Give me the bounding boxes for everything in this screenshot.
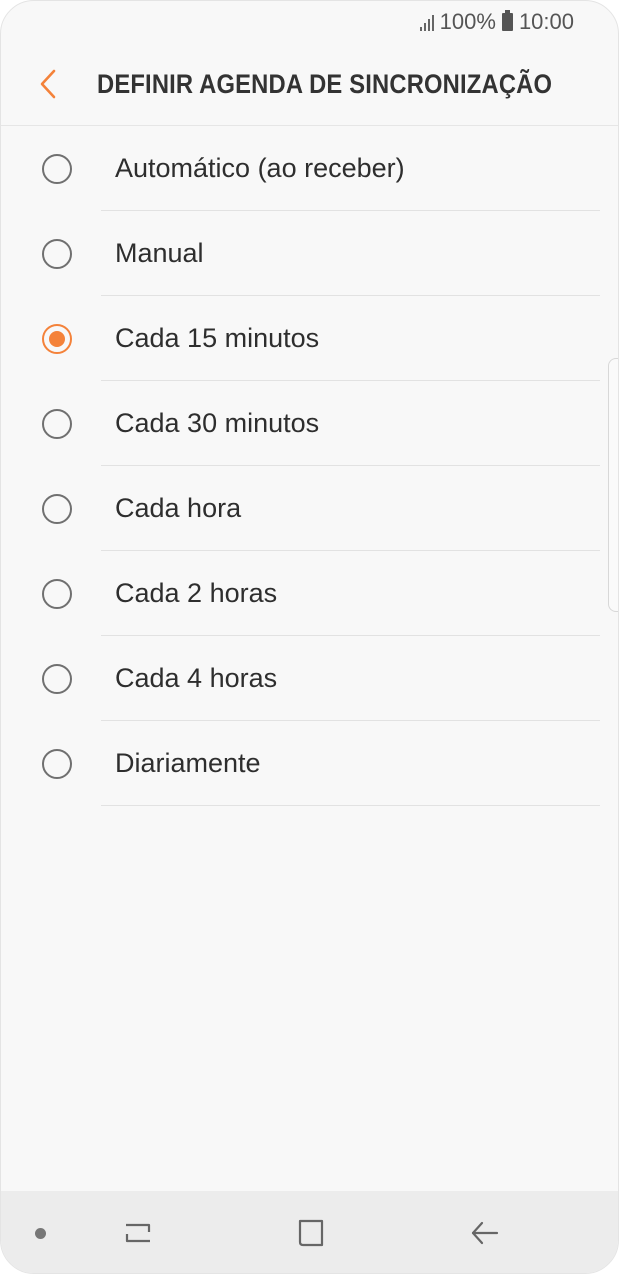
app-header: DEFINIR AGENDA DE SINCRONIZAÇÃO — [1, 43, 618, 126]
back-button[interactable] — [13, 49, 83, 119]
option-label: Cada hora — [115, 493, 242, 523]
nav-bar-pin-dot[interactable] — [35, 1228, 46, 1239]
chevron-left-icon — [40, 69, 56, 99]
radio-button[interactable] — [42, 238, 72, 269]
recents-button[interactable] — [116, 1211, 160, 1255]
option-daily[interactable]: Diariamente — [1, 721, 618, 806]
status-time: 10:00 — [518, 9, 574, 34]
radio-button[interactable] — [42, 493, 72, 524]
radio-button[interactable] — [42, 153, 72, 184]
radio-button[interactable] — [42, 578, 72, 609]
radio-button-selected[interactable] — [42, 323, 72, 354]
radio-button[interactable] — [42, 408, 72, 439]
option-every-2-hours[interactable]: Cada 2 horas — [1, 551, 618, 636]
radio-button[interactable] — [42, 663, 72, 694]
option-automatic[interactable]: Automático (ao receber) — [1, 126, 618, 211]
back-arrow-icon — [471, 1221, 499, 1245]
page-title: DEFINIR AGENDA DE SINCRONIZAÇÃO — [97, 68, 553, 99]
option-label: Cada 4 horas — [115, 663, 278, 693]
status-bar: 100% 10:00 — [1, 1, 618, 43]
signal-icon — [418, 13, 434, 31]
option-every-30-minutes[interactable]: Cada 30 minutos — [1, 381, 618, 466]
edge-panel-handle[interactable] — [608, 358, 618, 612]
option-label: Cada 15 minutos — [115, 323, 320, 353]
battery-icon — [501, 10, 513, 31]
navigation-bar — [1, 1191, 618, 1273]
system-back-button[interactable] — [463, 1211, 507, 1255]
option-label: Cada 2 horas — [115, 578, 278, 608]
option-label: Diariamente — [115, 748, 261, 778]
radio-button[interactable] — [42, 748, 72, 779]
option-manual[interactable]: Manual — [1, 211, 618, 296]
option-every-4-hours[interactable]: Cada 4 horas — [1, 636, 618, 721]
option-every-15-minutes[interactable]: Cada 15 minutos — [1, 296, 618, 381]
sync-schedule-options: Automático (ao receber) Manual Cada 15 m… — [1, 126, 618, 806]
home-icon — [298, 1219, 324, 1247]
phone-screen: 100% 10:00 DEFINIR AGENDA DE SINCRONIZAÇ… — [0, 0, 619, 1274]
battery-level: 100% — [439, 9, 496, 34]
option-every-hour[interactable]: Cada hora — [1, 466, 618, 551]
option-label: Manual — [115, 238, 204, 268]
option-label: Automático (ao receber) — [115, 153, 405, 183]
recents-icon — [125, 1223, 151, 1243]
option-label: Cada 30 minutos — [115, 408, 320, 438]
home-button[interactable] — [289, 1211, 333, 1255]
